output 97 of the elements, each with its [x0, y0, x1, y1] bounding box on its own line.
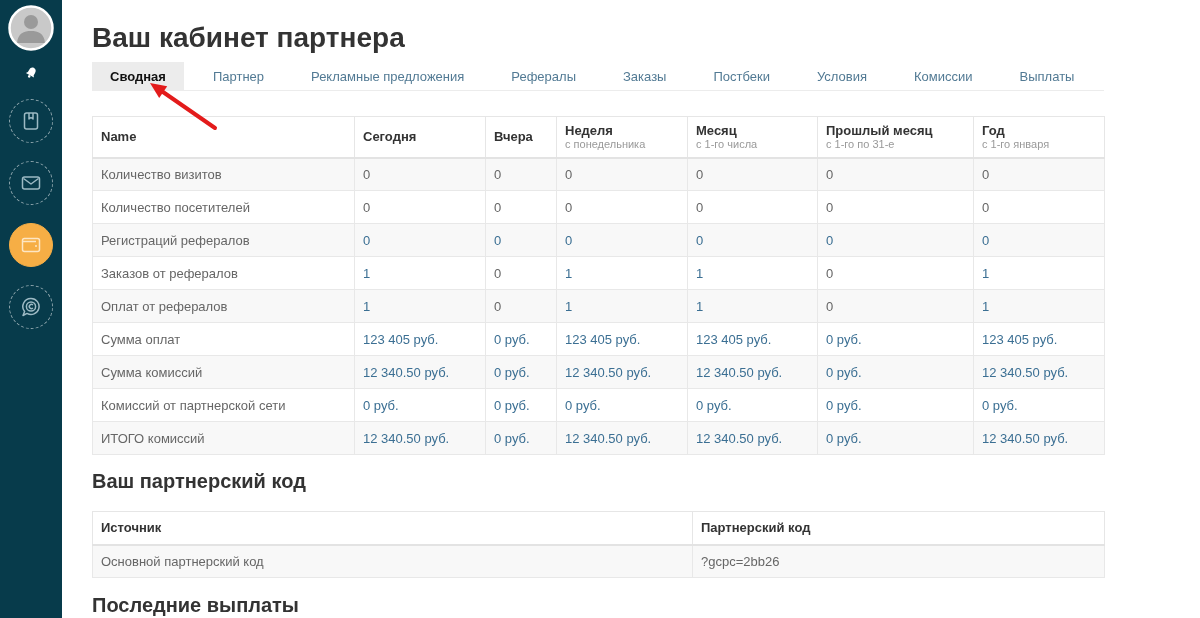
chat-icon — [21, 297, 41, 317]
row-label: Регистраций рефералов — [92, 223, 355, 257]
stat-link[interactable]: 0 руб. — [494, 430, 530, 446]
stat-link[interactable]: 0 руб. — [494, 364, 530, 380]
stat-link[interactable]: 0 — [494, 232, 502, 248]
stat-link[interactable]: 0 — [696, 232, 704, 248]
stat-link[interactable]: 0 руб. — [494, 331, 530, 347]
row-label: Сумма оплат — [92, 322, 355, 356]
wallet-icon — [21, 235, 41, 255]
row-label: ИТОГО комиссий — [92, 421, 355, 455]
column-title: Год — [982, 122, 1006, 138]
stat-link[interactable]: 1 — [696, 265, 704, 281]
stat-link[interactable]: 123 405 руб. — [565, 331, 641, 347]
table-cell: 0 — [485, 256, 557, 290]
table-cell: 0 — [485, 157, 557, 191]
tab[interactable]: Комиссии — [896, 62, 991, 90]
stat-link[interactable]: 0 руб. — [826, 331, 862, 347]
row-label: Заказов от рефералов — [92, 256, 355, 290]
column-header: Name — [92, 116, 355, 158]
stat-link[interactable]: 12 340.50 руб. — [565, 364, 652, 380]
tab[interactable]: Рефералы — [493, 62, 594, 90]
stat-link[interactable]: 12 340.50 руб. — [565, 430, 652, 446]
table-cell: 0 — [817, 256, 974, 290]
tab[interactable]: Выплаты — [1001, 62, 1093, 90]
stat-link[interactable]: 123 405 руб. — [982, 331, 1058, 347]
table-cell: 0 — [973, 190, 1105, 224]
column-subtitle: с понедельника — [565, 137, 647, 151]
tab[interactable]: Рекламные предложения — [293, 62, 483, 90]
stat-link[interactable]: 0 руб. — [982, 397, 1018, 413]
tab[interactable]: Сводная — [92, 62, 184, 90]
table-cell: 0 — [687, 190, 818, 224]
stat-link[interactable]: 0 — [565, 232, 573, 248]
stat-link[interactable]: 0 руб. — [565, 397, 601, 413]
stat-link[interactable]: 0 руб. — [363, 397, 399, 413]
stat-link[interactable]: 1 — [363, 298, 371, 314]
table-cell: 0 — [556, 157, 688, 191]
column-header: Партнерский код — [692, 511, 1105, 545]
stat-link[interactable]: 1 — [696, 298, 704, 314]
nav-button[interactable] — [9, 223, 53, 267]
stat-link[interactable]: 123 405 руб. — [363, 331, 439, 347]
column-subtitle: с 1-го числа — [696, 137, 759, 151]
stat-link[interactable]: 0 — [363, 232, 371, 248]
row-label: Комиссий от партнерской сети — [92, 388, 355, 422]
table-cell: 0 — [556, 190, 688, 224]
stat-link[interactable]: 0 — [982, 232, 990, 248]
table-cell: 0 — [817, 157, 974, 191]
bookmark-icon — [21, 111, 41, 131]
stat-link[interactable]: 12 340.50 руб. — [696, 430, 783, 446]
stat-link[interactable]: 0 руб. — [494, 397, 530, 413]
table-cell: 0 — [817, 289, 974, 323]
stat-link[interactable]: 1 — [565, 298, 573, 314]
table-cell: 0 — [485, 190, 557, 224]
table-cell: 0 — [485, 289, 557, 323]
stat-link[interactable]: 1 — [565, 265, 573, 281]
stat-link[interactable]: 12 340.50 руб. — [696, 364, 783, 380]
stat-link[interactable]: 1 — [363, 265, 371, 281]
stat-link[interactable]: 12 340.50 руб. — [363, 364, 450, 380]
table-cell: 0 — [354, 190, 486, 224]
row-label: Сумма комиссий — [92, 355, 355, 389]
section-heading: Ваш партнерский код — [92, 469, 307, 494]
stat-link[interactable]: 123 405 руб. — [696, 331, 772, 347]
stat-link[interactable]: 0 руб. — [826, 364, 862, 380]
tab[interactable]: Заказы — [605, 62, 685, 90]
table-cell: 0 — [354, 157, 486, 191]
bell-icon[interactable] — [24, 66, 38, 79]
stat-link[interactable]: 12 340.50 руб. — [982, 430, 1069, 446]
page-title: Ваш кабинет партнера — [92, 21, 406, 55]
stat-link[interactable]: 12 340.50 руб. — [363, 430, 450, 446]
table-cell: 0 — [687, 157, 818, 191]
stat-link[interactable]: 1 — [982, 265, 990, 281]
mail-icon — [21, 173, 41, 193]
row-label: Количество посетителей — [92, 190, 355, 224]
tab[interactable]: Условия — [798, 62, 886, 90]
column-header: Вчера — [485, 116, 557, 158]
column-title: Прошлый месяц — [826, 122, 934, 138]
tab[interactable]: Постбеки — [695, 62, 788, 90]
section-heading: Последние выплаты — [92, 593, 300, 618]
stat-link[interactable]: 0 руб. — [826, 397, 862, 413]
tab[interactable]: Партнер — [194, 62, 283, 90]
stat-link[interactable]: 0 руб. — [826, 430, 862, 446]
stat-link[interactable]: 12 340.50 руб. — [982, 364, 1069, 380]
row-label: Количество визитов — [92, 157, 355, 191]
column-subtitle: с 1-го по 31-е — [826, 137, 895, 151]
table-cell: 0 — [973, 157, 1105, 191]
column-subtitle: с 1-го января — [982, 137, 1051, 151]
column-header: Источник — [92, 511, 693, 545]
stat-link[interactable]: 1 — [982, 298, 990, 314]
table-cell: ?gcpc=2bb26 — [692, 544, 1105, 578]
stat-link[interactable]: 0 — [826, 232, 834, 248]
column-title: Месяц — [696, 122, 738, 138]
column-header: Сегодня — [354, 116, 486, 158]
stat-link[interactable]: 0 руб. — [696, 397, 732, 413]
table-cell: 0 — [817, 190, 974, 224]
table-cell: Основной партнерский код — [92, 544, 693, 578]
row-label: Оплат от рефералов — [92, 289, 355, 323]
column-title: Неделя — [565, 122, 614, 138]
avatar-icon[interactable] — [8, 5, 54, 51]
